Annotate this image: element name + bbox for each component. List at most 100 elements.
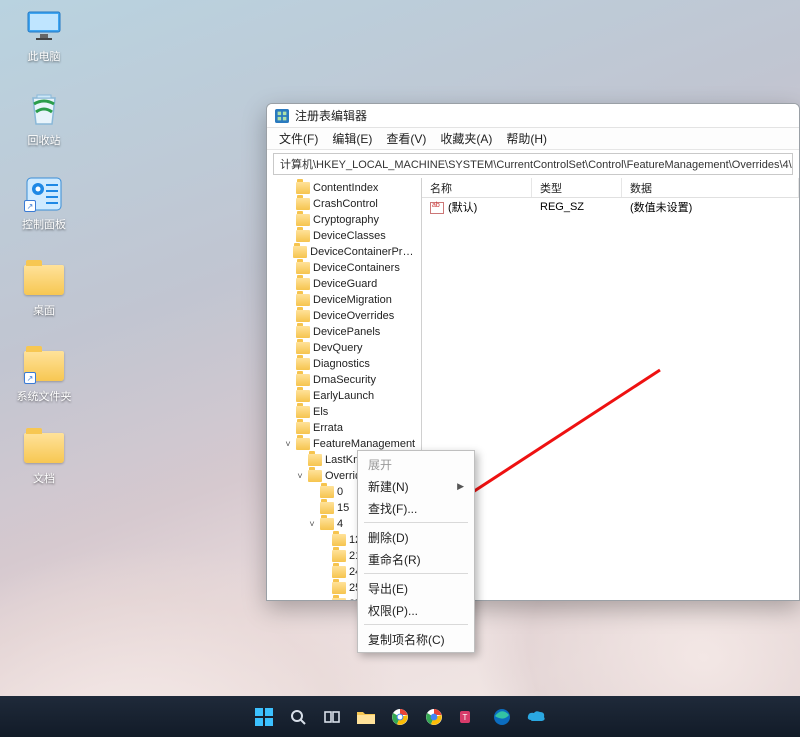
list-row[interactable]: (默认)REG_SZ(数值未设置) — [422, 198, 799, 216]
context-menu-item[interactable]: 权限(P)... — [358, 599, 474, 621]
tree-node[interactable]: Els — [271, 404, 421, 420]
folder-icon — [332, 534, 346, 546]
window-title: 注册表编辑器 — [295, 107, 367, 124]
string-value-icon — [430, 202, 444, 214]
desktop-icon-this-pc[interactable]: 此电脑 — [8, 8, 80, 64]
menu-edit[interactable]: 编辑(E) — [326, 128, 378, 149]
desktop-icon-control-panel[interactable]: ↗ 控制面板 — [8, 176, 80, 232]
folder-icon — [296, 390, 310, 402]
tree-node[interactable]: DeviceContainerPropertyUpda — [271, 244, 421, 260]
taskbar-start-icon[interactable] — [252, 705, 276, 729]
recycle-bin-icon — [24, 92, 64, 128]
chevron-down-icon[interactable]: ˅ — [295, 471, 305, 481]
tree-node[interactable]: DevQuery — [271, 340, 421, 356]
folder-icon — [296, 358, 310, 370]
folder-icon — [296, 326, 310, 338]
folder-icon — [308, 454, 322, 466]
list-pane[interactable]: 名称 类型 数据 (默认)REG_SZ(数值未设置) — [422, 178, 799, 600]
folder-icon — [296, 262, 310, 274]
tree-node[interactable]: DmaSecurity — [271, 372, 421, 388]
chevron-down-icon[interactable]: ˅ — [283, 439, 293, 449]
taskbar-chrome-icon[interactable] — [388, 705, 412, 729]
tree-node-label: DmaSecurity — [313, 374, 376, 386]
taskbar-chrome-beta-icon[interactable] — [422, 705, 446, 729]
col-data[interactable]: 数据 — [622, 178, 799, 197]
tree-node[interactable]: DeviceOverrides — [271, 308, 421, 324]
context-menu-item[interactable]: 删除(D) — [358, 526, 474, 548]
folder-icon — [320, 486, 334, 498]
context-menu-item-label: 复制项名称(C) — [368, 631, 445, 648]
folder-icon — [320, 518, 334, 530]
context-menu-item[interactable]: 查找(F)... — [358, 497, 474, 519]
tree-node-label: DeviceClasses — [313, 230, 386, 242]
tree-node-label: DeviceMigration — [313, 294, 392, 306]
tree-node[interactable]: Cryptography — [271, 212, 421, 228]
folder-icon — [296, 374, 310, 386]
col-type[interactable]: 类型 — [532, 178, 622, 197]
list-header[interactable]: 名称 类型 数据 — [422, 178, 799, 198]
monitor-icon — [24, 8, 64, 44]
tree-node-label: 4 — [337, 518, 343, 530]
tree-node-label: DeviceContainers — [313, 262, 400, 274]
tree-node[interactable]: ContentIndex — [271, 180, 421, 196]
tree-node-label: CrashControl — [313, 198, 378, 210]
context-menu-item-label: 删除(D) — [368, 529, 409, 546]
tree-node[interactable]: EarlyLaunch — [271, 388, 421, 404]
tree-node[interactable]: Errata — [271, 420, 421, 436]
taskbar-search-icon[interactable] — [286, 705, 310, 729]
desktop-icon-folder-3[interactable]: 文档 — [8, 430, 80, 486]
tree-node-label: Errata — [313, 422, 343, 434]
folder-icon — [296, 182, 310, 194]
context-menu-item-label: 重命名(R) — [368, 551, 421, 568]
context-menu-item[interactable]: 新建(N)▶ — [358, 475, 474, 497]
desktop-icon-label: 回收站 — [28, 132, 61, 148]
desktop-icon-recycle-bin[interactable]: 回收站 — [8, 92, 80, 148]
tree-node[interactable]: DevicePanels — [271, 324, 421, 340]
control-panel-icon: ↗ — [24, 176, 64, 212]
tree-node[interactable]: Diagnostics — [271, 356, 421, 372]
menu-favorites[interactable]: 收藏夹(A) — [434, 128, 498, 149]
chevron-down-icon[interactable]: ˅ — [307, 519, 317, 529]
taskbar-onedrive-icon[interactable] — [524, 705, 548, 729]
menu-separator — [364, 573, 468, 574]
taskbar-teams-icon[interactable]: T — [456, 705, 480, 729]
context-menu-item[interactable]: 复制项名称(C) — [358, 628, 474, 650]
svg-text:T: T — [463, 713, 468, 722]
tree-node[interactable]: DeviceMigration — [271, 292, 421, 308]
tree-node-label: EarlyLaunch — [313, 390, 374, 402]
tree-node[interactable]: DeviceContainers — [271, 260, 421, 276]
taskbar-explorer-icon[interactable] — [354, 705, 378, 729]
desktop-icon-label: 此电脑 — [28, 48, 61, 64]
tree-node-label: Els — [313, 406, 328, 418]
context-menu-item-label: 权限(P)... — [368, 602, 418, 619]
tree-node-label: DevQuery — [313, 342, 363, 354]
tree-node[interactable]: DeviceClasses — [271, 228, 421, 244]
menu-view[interactable]: 查看(V) — [380, 128, 432, 149]
tree-node[interactable]: DeviceGuard — [271, 276, 421, 292]
context-menu-item-label: 导出(E) — [368, 580, 408, 597]
taskbar-edge-icon[interactable] — [490, 705, 514, 729]
menu-help[interactable]: 帮助(H) — [500, 128, 553, 149]
desktop-icon-folder-1[interactable]: 桌面 — [8, 262, 80, 318]
regedit-app-icon — [275, 109, 289, 123]
col-name[interactable]: 名称 — [422, 178, 532, 197]
cell-data: (数值未设置) — [622, 199, 799, 215]
folder-icon — [332, 566, 346, 578]
titlebar[interactable]: 注册表编辑器 — [267, 104, 799, 128]
desktop-icon-folder-2[interactable]: ↗ 系统文件夹 — [8, 348, 80, 404]
desktop-icon-label: 系统文件夹 — [17, 388, 72, 404]
folder-icon — [293, 246, 307, 258]
taskbar-taskview-icon[interactable] — [320, 705, 344, 729]
shortcut-badge-icon: ↗ — [24, 200, 36, 212]
context-menu-item[interactable]: 导出(E) — [358, 577, 474, 599]
address-bar[interactable]: 计算机\HKEY_LOCAL_MACHINE\SYSTEM\CurrentCon… — [273, 153, 793, 175]
menu-file[interactable]: 文件(F) — [273, 128, 324, 149]
context-menu-item[interactable]: 重命名(R) — [358, 548, 474, 570]
tree-node[interactable]: CrashControl — [271, 196, 421, 212]
folder-icon — [332, 598, 346, 600]
folder-icon — [296, 278, 310, 290]
folder-icon — [296, 230, 310, 242]
submenu-arrow-icon: ▶ — [457, 481, 464, 492]
menu-separator — [364, 624, 468, 625]
folder-icon — [296, 406, 310, 418]
